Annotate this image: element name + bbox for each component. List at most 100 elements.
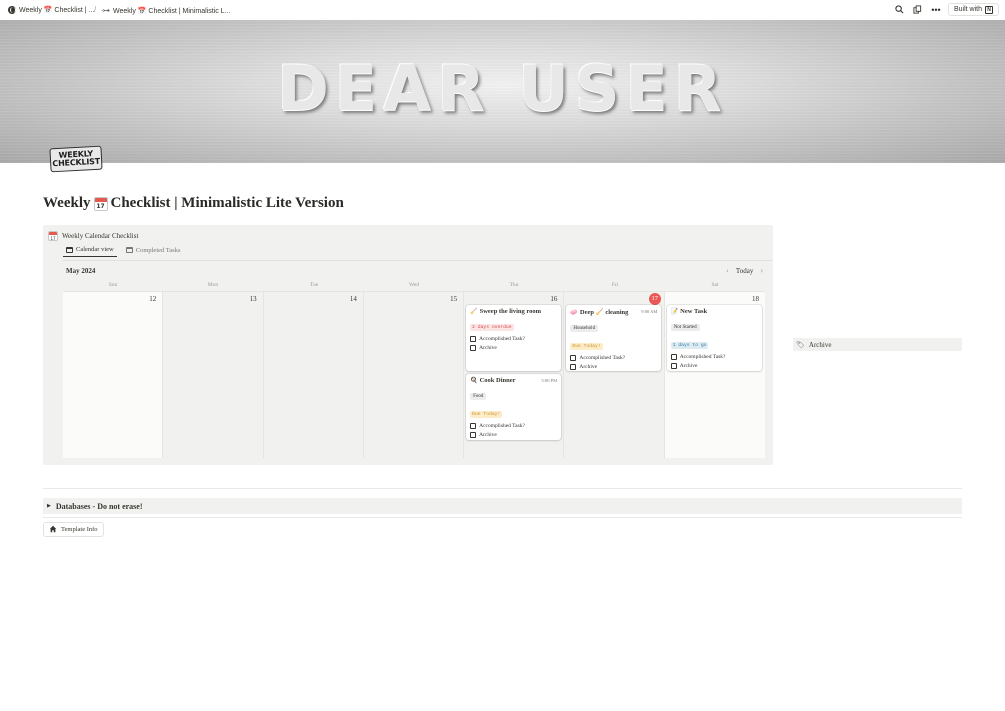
tab-completed-tasks-label: Completed Tasks [135, 246, 181, 254]
chevron-right-icon[interactable]: › [760, 266, 763, 275]
house-icon [49, 525, 57, 535]
day-cell-mon[interactable]: 13 [163, 291, 264, 458]
cover-text: DEAR USER [277, 52, 728, 125]
task-card-deep-cleaning[interactable]: 🧼 Deep 🧹 cleaning 9:00 AM Household Due … [566, 305, 662, 371]
calendar-icon [125, 247, 133, 253]
archive-link[interactable]: 🏷 Archive [793, 338, 962, 351]
breadcrumb-workspace-label: Weekly 📅 Checklist | ... [19, 7, 95, 14]
calendar-icon: 17 [48, 231, 58, 241]
day-cell-wed[interactable]: 15 [363, 291, 465, 458]
archive-checkbox[interactable]: Archive [570, 364, 657, 370]
accomplished-checkbox[interactable]: Accomplished Task? [470, 423, 557, 429]
accomplished-checkbox[interactable]: Accomplished Task? [670, 354, 758, 360]
status-badge: 1 days to go [670, 342, 709, 349]
breadcrumb-page[interactable]: ⊶ Weekly 📅 Checklist | Minimalistic L... [102, 6, 230, 15]
cover-image: DEAR USER [0, 20, 1005, 163]
calendar-grid: 12 13 14 15 16 🧹 Sweep the living room 2… [63, 291, 765, 458]
category-tag: Household [570, 325, 599, 332]
search-icon[interactable] [894, 4, 906, 16]
archive-checkbox[interactable]: Archive [470, 432, 557, 438]
day-cell-thu[interactable]: 16 🧹 Sweep the living room 2 days overdu… [464, 291, 565, 458]
databases-toggle-label: Databases - Do not erase! [55, 501, 143, 511]
tab-calendar-view-label: Calendar view [76, 246, 114, 253]
breadcrumb-separator: / [94, 5, 97, 14]
calendar-navigation: ‹ Today › [726, 266, 763, 275]
page-title-part1: Weekly [43, 195, 91, 211]
day-cell-tue[interactable]: 14 [263, 291, 364, 458]
databases-toggle[interactable]: ▶ Databases - Do not erase! [43, 498, 962, 514]
checkbox-icon [470, 432, 477, 438]
day-number: 12 [149, 295, 157, 303]
category-tag: Food [470, 393, 487, 400]
archive-label: Archive [808, 340, 832, 349]
view-tabs: Calendar view Completed Tasks [63, 246, 183, 257]
weekday-mon: Mon [207, 282, 219, 288]
accomplished-checkbox[interactable]: Accomplished Task? [570, 355, 657, 361]
note-icon: 📝 [670, 309, 679, 315]
checkbox-icon [470, 336, 477, 342]
weekday-fri: Fri [611, 282, 619, 288]
triangle-right-icon[interactable]: ▶ [47, 503, 51, 509]
page-icon-line2: CHECKLIST [52, 156, 101, 169]
breadcrumb-page-label: Weekly 📅 Checklist | Minimalistic L... [113, 7, 231, 15]
accomplished-checkbox[interactable]: Accomplished Task? [470, 336, 557, 342]
event-time: 9:00 AM [641, 309, 658, 314]
card-title: 📝 New Task [670, 308, 708, 315]
card-title: 🧹 Sweep the living room [470, 308, 542, 315]
checkbox-icon [670, 354, 677, 360]
checkbox-icon [570, 355, 577, 361]
built-with-button[interactable]: Built with N [947, 3, 999, 16]
page-title: Weekly 17 Checklist | Minimalistic Lite … [43, 195, 344, 212]
archive-checkbox[interactable]: Archive [670, 363, 758, 369]
calendar-database: 17 Weekly Calendar Checklist Calendar vi… [43, 225, 773, 465]
day-number: 16 [550, 295, 558, 303]
status-badge: Due Today! [470, 411, 503, 418]
day-number: 13 [249, 295, 257, 303]
checkbox-icon [570, 364, 577, 370]
task-card-new-task[interactable]: 📝 New Task Not Started 1 days to go Acco… [666, 305, 762, 371]
status-badge: 2 days overdue [470, 324, 514, 331]
more-icon[interactable]: ••• [930, 4, 942, 16]
today-button[interactable]: Today [736, 267, 753, 275]
page-title-part2: Checklist | Minimalistic Lite Version [110, 195, 344, 211]
database-title[interactable]: 17 Weekly Calendar Checklist [48, 231, 138, 241]
calendar-icon: 17 [93, 196, 108, 211]
notion-icon: N [985, 5, 993, 14]
checkbox-icon [470, 345, 477, 351]
day-number: 18 [751, 295, 759, 303]
archive-checkbox[interactable]: Archive [470, 345, 557, 351]
built-with-label: Built with [953, 6, 982, 13]
top-actions: ••• Built with N [894, 3, 999, 16]
divider [43, 488, 962, 489]
task-card-sweep[interactable]: 🧹 Sweep the living room 2 days overdue A… [466, 305, 562, 371]
day-cell-sat[interactable]: 18 📝 New Task Not Started 1 days to go A… [664, 291, 765, 458]
breadcrumb-workspace[interactable]: Weekly 📅 Checklist | ... [8, 6, 94, 14]
tab-calendar-view[interactable]: Calendar view [63, 246, 117, 257]
day-cell-sun[interactable]: 12 [63, 291, 164, 458]
template-info-label: Template Info [61, 526, 98, 533]
template-info-button[interactable]: Template Info [43, 522, 104, 537]
tab-completed-tasks[interactable]: Completed Tasks [123, 246, 184, 257]
day-number: 14 [349, 295, 357, 303]
top-bar: Weekly 📅 Checklist | ... / ⊶ Weekly 📅 Ch… [0, 0, 1005, 20]
label-tag-icon: 🏷 [796, 340, 805, 349]
tabs-divider [63, 260, 773, 261]
duplicate-icon[interactable] [912, 4, 924, 16]
day-cell-fri[interactable]: 17 🧼 Deep 🧹 cleaning 9:00 AM Household D… [564, 291, 665, 458]
database-title-label: Weekly Calendar Checklist [62, 232, 139, 240]
event-time: 5:00 PM [541, 378, 558, 383]
weekday-sat: Sat [711, 282, 719, 288]
chevron-left-icon[interactable]: ‹ [726, 266, 729, 275]
broom-icon: 🧹 [470, 309, 478, 315]
task-card-cook-dinner[interactable]: 🍳 Cook Dinner 5:00 PM Food Due Today! Ac… [466, 374, 562, 440]
divider [43, 517, 962, 518]
weekday-wed: Wed [409, 282, 419, 288]
calendar-icon [66, 246, 73, 253]
day-number: 15 [450, 295, 458, 303]
globe-icon [8, 6, 16, 14]
page-icon[interactable]: WEEKLY CHECKLIST [49, 145, 103, 173]
cooking-icon: 🍳 [470, 378, 478, 384]
month-label: May 2024 [66, 267, 96, 275]
soap-icon: 🧼 [570, 309, 578, 316]
today-day-number: 17 [648, 293, 661, 305]
